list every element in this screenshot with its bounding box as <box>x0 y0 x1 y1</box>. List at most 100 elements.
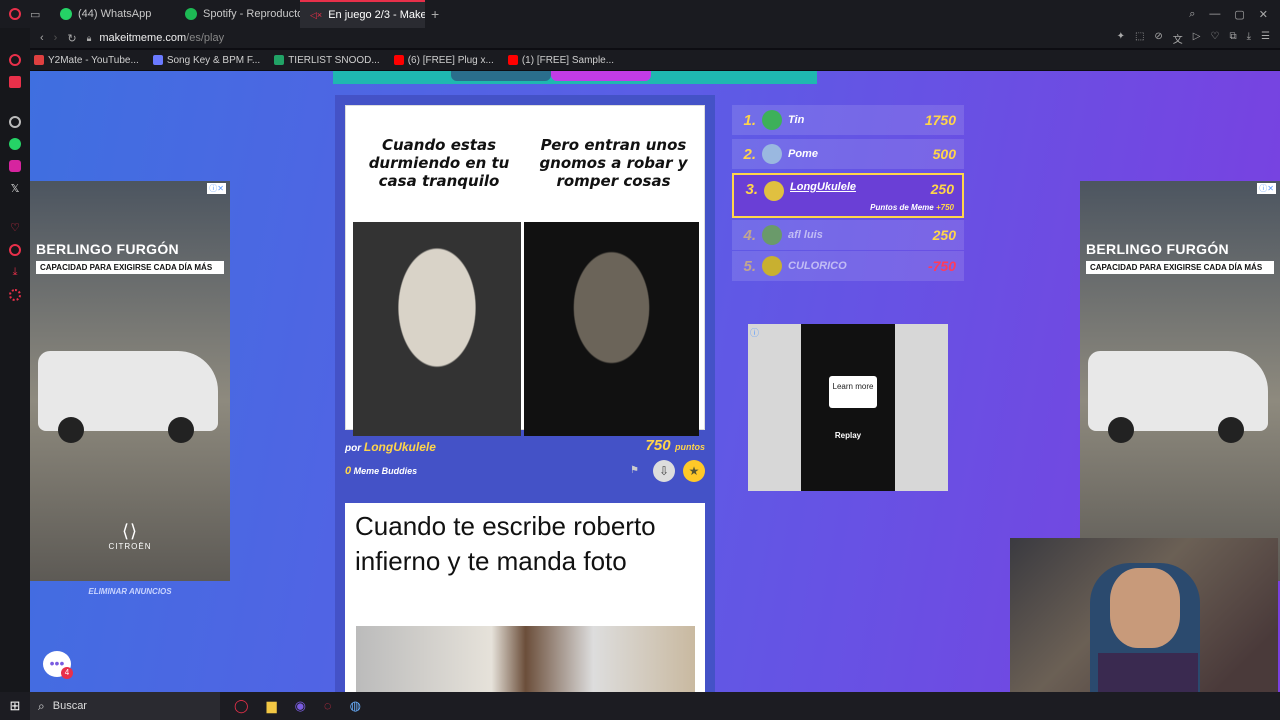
taskbar-search[interactable]: ⌕ Buscar <box>30 692 220 720</box>
lock-icon: 🔒︎ <box>86 32 92 43</box>
meme-card[interactable]: Cuando te escribe roberto infierno y te … <box>345 503 705 692</box>
whatsapp-icon <box>60 8 72 20</box>
meme-points-bonus: Puntos de Meme +750 <box>870 203 954 212</box>
score-row[interactable]: 5. CULORICO -750 <box>732 251 964 281</box>
instagram-icon[interactable] <box>9 160 21 172</box>
bookmark-icon[interactable]: ✦ <box>1117 31 1125 46</box>
whatsapp-icon[interactable] <box>9 138 21 150</box>
chatgpt-icon[interactable] <box>9 116 21 128</box>
close-button[interactable]: ✕ <box>1259 8 1268 21</box>
aria-icon[interactable] <box>9 54 21 66</box>
mute-icon[interactable]: ◁× <box>310 10 322 21</box>
avatar <box>762 225 782 245</box>
tab-makeitmeme[interactable]: ◁× En juego 2/3 - Make it <box>300 0 425 28</box>
taskbar: ⊞ ⌕ Buscar ◯ ▆ ◉ ◌ ◍ <box>0 692 1280 720</box>
tab-label: En juego 2/3 - Make it <box>328 9 425 21</box>
url-path[interactable]: /es/play <box>186 32 224 44</box>
minimize-button[interactable]: — <box>1209 8 1220 21</box>
citroen-logo: ⟨⟩ CITROËN <box>108 521 152 551</box>
adchoices-icon[interactable]: ⓘ✕ <box>207 183 226 194</box>
report-flag-icon[interactable]: ⚑ <box>630 465 639 476</box>
score-row-current-user[interactable]: 3. LongUkulele 250 Puntos de Meme +750 <box>732 173 964 218</box>
translate-icon[interactable]: 文 <box>1173 31 1183 46</box>
heart-icon[interactable]: ♡ <box>10 221 20 234</box>
file-explorer-icon[interactable]: ▆ <box>267 698 277 714</box>
van-image <box>38 351 218 443</box>
tab-label: Spotify - Reproductor we <box>203 8 300 20</box>
adblock-icon[interactable]: ⊘ <box>1154 31 1162 46</box>
opera-taskbar-icon[interactable]: ◯ <box>234 698 249 714</box>
ad-subtitle: CAPACIDAD PARA EXIGIRSE CADA DÍA MÁS <box>1086 261 1274 274</box>
opera-logo-icon[interactable] <box>0 8 30 20</box>
banner-button[interactable] <box>451 71 551 81</box>
score-row[interactable]: 1. Tin 1750 <box>732 105 964 135</box>
x-icon[interactable]: 𝕏 <box>11 182 20 195</box>
chat-button[interactable]: ••• 4 <box>43 651 73 679</box>
bookmark-item[interactable]: TIERLIST SNOOD... <box>274 55 380 66</box>
url-host[interactable]: makeitmeme.com <box>99 32 186 44</box>
left-ad[interactable]: ⓘ✕ BERLINGO FURGÓN CAPACIDAD PARA EXIGIR… <box>30 181 230 581</box>
tab-spotify[interactable]: Spotify - Reproductor we <box>175 0 300 28</box>
replay-button[interactable]: Replay <box>828 431 868 440</box>
browser-sidebar: 𝕏 ♡ ⤓ <box>0 28 30 692</box>
discord-icon[interactable]: ◉ <box>295 698 306 714</box>
forward-icon[interactable]: › <box>54 32 58 44</box>
settings-icon[interactable] <box>9 289 21 301</box>
address-bar-row: ‹ › ↻ 🔒︎ makeitmeme.com/es/play ✦ ⬚ ⊘ 文 ▷ ♡ ⧉ ⤓… <box>30 28 1280 48</box>
avatar <box>764 181 784 201</box>
learn-more-button[interactable]: Learn more <box>829 376 877 408</box>
avatar <box>762 144 782 164</box>
bookmark-item[interactable]: Y2Mate - YouTube... <box>34 55 139 66</box>
snapshot-icon[interactable]: ⬚ <box>1135 31 1144 46</box>
opera-gx-icon[interactable]: ◌ <box>324 698 332 714</box>
save-meme-button[interactable]: ⇩ <box>653 460 675 482</box>
maximize-button[interactable]: ▢ <box>1234 8 1244 21</box>
download-icon[interactable]: ⤓ <box>13 266 18 279</box>
meme-points: 750 puntos <box>645 437 705 454</box>
heart-icon[interactable]: ♡ <box>1211 31 1220 46</box>
search-icon: ⌕ <box>38 698 45 713</box>
shopping-icon[interactable] <box>9 76 21 88</box>
bookmarks-bar: Y2Mate - YouTube... Song Key & BPM F... … <box>30 50 1280 70</box>
bookmark-favicon-icon <box>152 55 163 65</box>
search-tabs-icon[interactable]: ⌕ <box>1189 8 1195 21</box>
buddy-button[interactable]: ★ <box>683 460 705 482</box>
bookmark-item[interactable]: Song Key & BPM F... <box>152 55 260 66</box>
bookmark-item[interactable]: (6) [FREE] Plug x... <box>393 55 494 66</box>
back-icon[interactable]: ‹ <box>40 32 44 44</box>
bookmark-item[interactable]: (1) [FREE] Sample... <box>507 55 614 66</box>
tab-overview-icon[interactable]: ▭ <box>30 8 50 21</box>
play-icon[interactable]: ▷ <box>1193 31 1201 46</box>
menu-icon[interactable]: ☰ <box>1261 31 1270 46</box>
history-icon[interactable] <box>9 244 21 256</box>
spotify-icon <box>185 8 197 20</box>
meme-author[interactable]: LongUkulele <box>364 440 436 454</box>
video-ad[interactable]: ⓘ Learn more Replay <box>748 324 948 491</box>
new-tab-button[interactable]: + <box>425 6 445 22</box>
adchoices-icon[interactable]: ⓘ✕ <box>1257 183 1276 194</box>
meme-image-happy <box>353 222 521 436</box>
youtube-icon <box>507 55 518 65</box>
avatar <box>762 110 782 130</box>
bookmark-favicon-icon <box>34 55 44 65</box>
reload-icon[interactable]: ↻ <box>67 32 76 45</box>
tab-bar: ▭ (44) WhatsApp Spotify - Reproductor we… <box>0 0 1280 28</box>
tab-whatsapp[interactable]: (44) WhatsApp <box>50 0 175 28</box>
extensions-icon[interactable]: ⧉ <box>1229 31 1236 46</box>
ad-title: BERLINGO FURGÓN <box>1086 241 1229 257</box>
right-ad[interactable]: ⓘ✕ BERLINGO FURGÓN CAPACIDAD PARA EXIGIR… <box>1080 181 1280 581</box>
banner-button[interactable] <box>551 71 651 81</box>
score-row[interactable]: 4. afl luis 250 <box>732 220 964 250</box>
ad-title: BERLINGO FURGÓN <box>36 241 179 257</box>
remove-ads-link[interactable]: ELIMINAR ANUNCIOS <box>30 587 230 596</box>
meme-image <box>356 626 695 692</box>
ad-info-icon[interactable]: ⓘ <box>750 326 759 339</box>
meme-caption: Cuando te escribe roberto infierno y te … <box>355 511 656 576</box>
meme-feed: Cuando estas durmiendo en tu casa tranqu… <box>335 95 715 692</box>
tab-label: (44) WhatsApp <box>78 8 152 20</box>
meme-card[interactable]: Cuando estas durmiendo en tu casa tranqu… <box>345 105 705 436</box>
download-icon[interactable]: ⤓ <box>1247 31 1251 46</box>
windows-start-icon[interactable]: ⊞ <box>0 698 30 714</box>
score-row[interactable]: 2. Pome 500 <box>732 139 964 169</box>
steam-icon[interactable]: ◍ <box>350 698 361 714</box>
